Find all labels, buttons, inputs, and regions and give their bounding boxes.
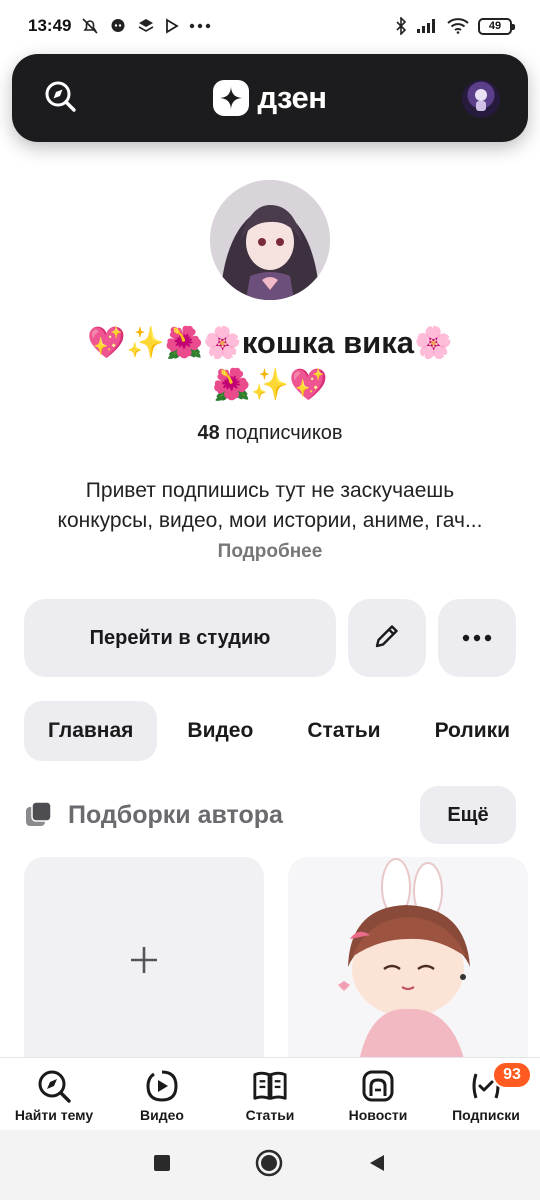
nav-label: Подписки [452,1107,520,1123]
bluetooth-icon [395,17,407,35]
nav-label: Новости [348,1107,408,1123]
header-avatar[interactable] [462,80,500,118]
profile-tabs: Главная Видео Статьи Ролики [24,701,540,761]
subscriptions-badge: 93 [492,1061,532,1089]
profile-avatar [210,180,330,300]
dots-icon [462,629,492,647]
status-bar: 13:49 49 [0,0,540,52]
app-header: дзен [12,54,528,142]
nav-subscriptions[interactable]: Подписки 93 [432,1058,540,1129]
profile-bio: Привет подпишись тут не заскучаешь конку… [20,476,520,536]
compass-search-icon [36,1068,72,1104]
back-button[interactable] [367,1153,387,1178]
battery-level: 49 [488,20,502,32]
pencil-icon [371,620,403,657]
collections-header: Подборки автора Ещё [24,786,516,844]
signal-icon [416,18,438,34]
tab-main[interactable]: Главная [24,701,158,761]
more-notifications-icon [189,23,211,29]
bio-line-2: конкурсы, видео, мои истории, аниме, гач… [57,509,483,532]
zen-star-icon [213,80,250,116]
system-navigation [0,1130,540,1200]
go-to-studio-button[interactable]: Перейти в студию [24,599,336,677]
subscribers-count: 48 подписчиков [0,422,540,445]
collections-more-button[interactable]: Ещё [420,786,516,844]
battery-indicator: 49 [478,17,515,35]
muted-bell-icon [81,17,99,35]
nav-label: Статьи [245,1107,295,1123]
search-compass-icon [43,79,77,118]
collection-card-image[interactable] [288,857,528,1067]
more-options-button[interactable] [438,599,516,677]
bottom-navigation: Найти тему Видео Статьи Новости Подписки… [0,1057,540,1129]
tab-articles[interactable]: Статьи [283,701,404,761]
profile-name: кошка вика [241,325,414,360]
name-emoji-line2: 🌺✨💖 [212,367,328,402]
collections-title: Подборки автора [68,800,283,829]
tab-shorts[interactable]: Ролики [411,701,534,761]
new-collection-card[interactable] [24,857,264,1067]
nav-news[interactable]: Новости [324,1058,432,1129]
layers-icon [137,17,155,35]
recent-apps-button[interactable] [153,1154,171,1177]
nav-label: Найти тему [14,1107,94,1123]
nav-video[interactable]: Видео [108,1058,216,1129]
play-store-icon [165,18,180,34]
book-icon [252,1068,288,1104]
wifi-icon [447,18,469,34]
status-time: 13:49 [28,16,72,35]
plus-icon [129,945,159,980]
brand-logo[interactable]: дзен [213,80,327,116]
brand-name: дзен [257,80,327,115]
name-emoji-after: 🌸 [413,325,453,360]
search-button[interactable] [42,80,78,116]
play-icon [144,1068,180,1104]
chat-icon [109,17,127,35]
more-details-link[interactable]: Подробнее [0,541,540,563]
nav-find-topic[interactable]: Найти тему [0,1058,108,1129]
nav-articles[interactable]: Статьи [216,1058,324,1129]
nav-label: Видео [140,1107,184,1123]
name-emoji-before: 💖✨🌺🌸 [87,325,242,360]
home-button[interactable] [255,1149,283,1182]
bio-line-1: Привет подпишись тут не заскучаешь [85,479,455,502]
news-icon [360,1068,396,1104]
subscribers-label: подписчиков [225,422,343,444]
subscribers-number: 48 [197,422,220,444]
profile-name-block: 💖✨🌺🌸кошка вика🌸 🌺✨💖 [40,322,500,406]
tab-video[interactable]: Видео [163,701,277,761]
edit-button[interactable] [348,599,426,677]
collections-icon [24,800,54,830]
